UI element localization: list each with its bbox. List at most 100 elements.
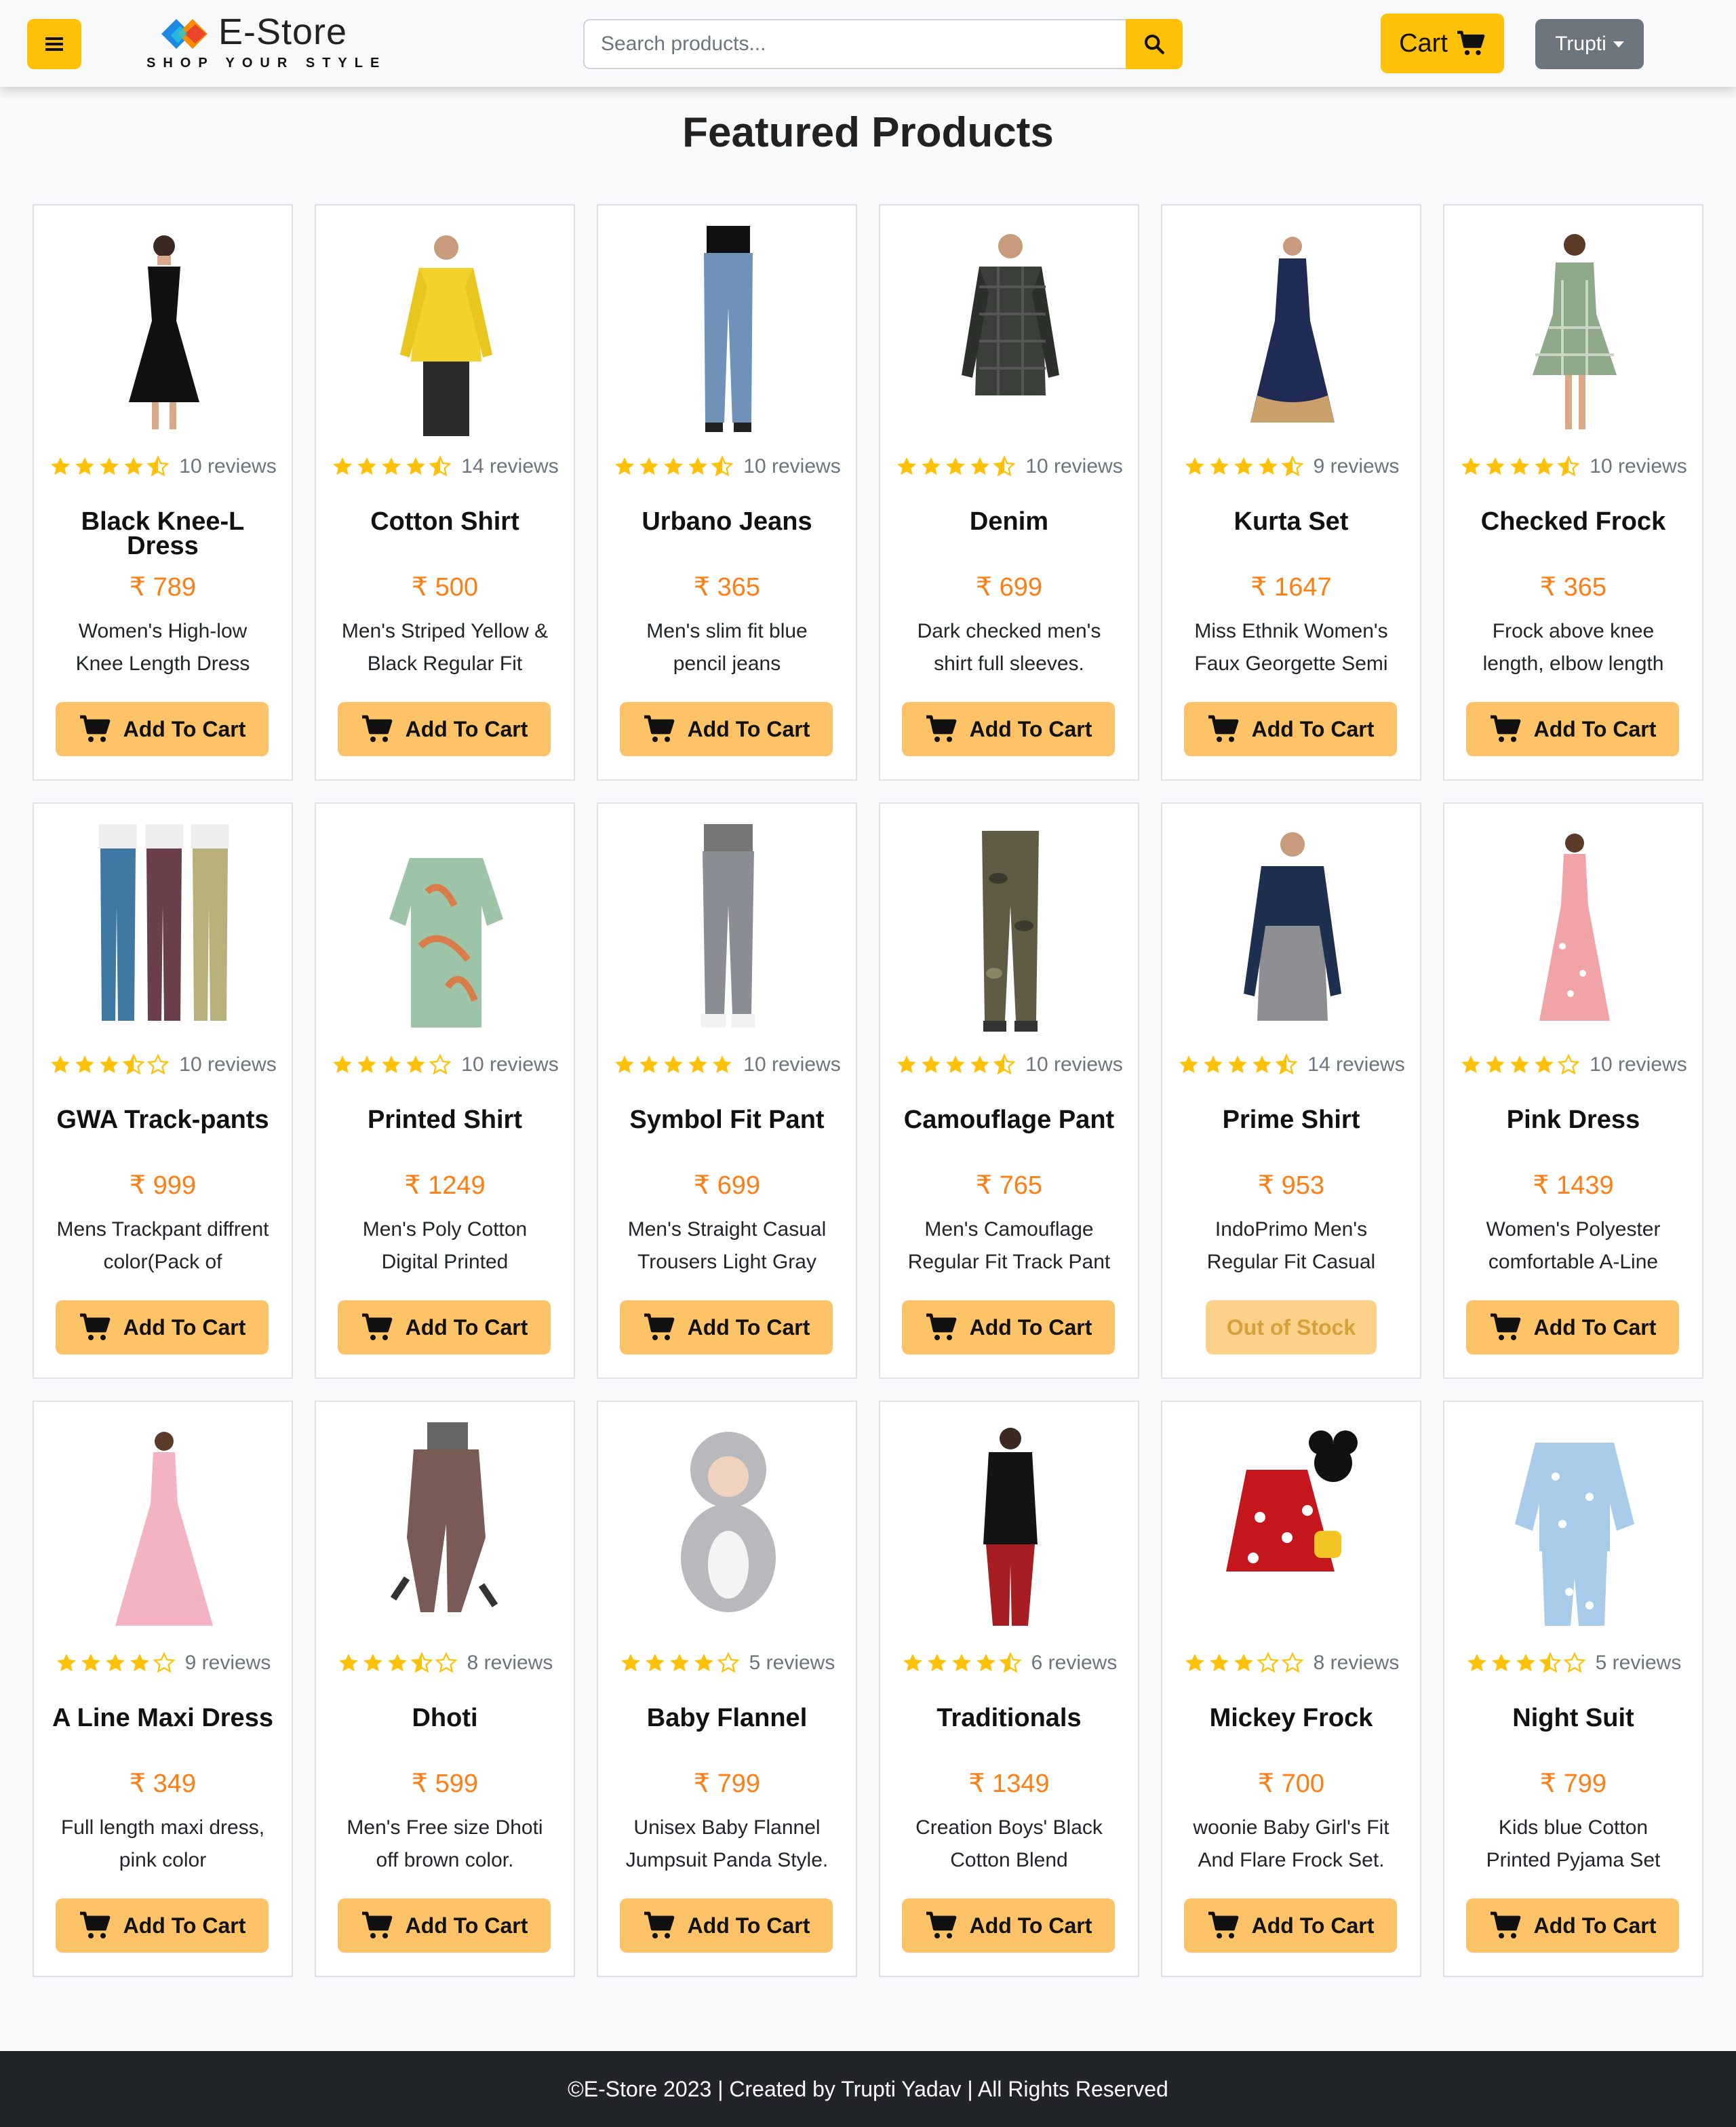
printed-shirt-image[interactable]: [380, 824, 513, 1034]
add-to-cart-button[interactable]: Add To Cart: [1466, 702, 1679, 756]
night-suit-image[interactable]: [1508, 1422, 1641, 1633]
add-to-cart-button[interactable]: Add To Cart: [620, 702, 833, 756]
add-to-cart-button[interactable]: Add To Cart: [902, 1300, 1115, 1354]
product-name[interactable]: Symbol Fit Pant: [612, 1107, 842, 1133]
add-to-cart-button[interactable]: Add To Cart: [56, 1300, 269, 1354]
product-price: ₹ 799: [693, 1770, 761, 1798]
product-card[interactable]: 10 reviews Denim ₹ 699 Dark checked men's s…: [879, 204, 1139, 781]
add-to-cart-button[interactable]: Add To Cart: [620, 1300, 833, 1354]
product-name[interactable]: Cotton Shirt: [330, 509, 560, 534]
product-name[interactable]: Urbano Jeans: [612, 509, 842, 534]
product-name[interactable]: Printed Shirt: [330, 1107, 560, 1133]
add-to-cart-button[interactable]: Add To Cart: [1184, 1898, 1397, 1953]
product-rating: 5 reviews: [1444, 1647, 1702, 1679]
product-name[interactable]: Pink Dress: [1458, 1107, 1689, 1133]
add-to-cart-button[interactable]: Add To Cart: [56, 702, 269, 756]
yellow-shirt-image[interactable]: [380, 226, 513, 436]
add-to-cart-button[interactable]: Add To Cart: [338, 1898, 551, 1953]
traditional-kurta-image[interactable]: [944, 1422, 1077, 1633]
add-to-cart-button[interactable]: Add To Cart: [1466, 1300, 1679, 1354]
add-to-cart-button[interactable]: Add To Cart: [902, 702, 1115, 756]
product-name[interactable]: Prime Shirt: [1176, 1107, 1406, 1133]
product-card[interactable]: 9 reviews A Line Maxi Dress ₹ 349 Full leng…: [33, 1401, 293, 1977]
gray-pant-image[interactable]: [662, 824, 795, 1034]
product-name[interactable]: Denim: [894, 509, 1124, 534]
add-to-cart-button[interactable]: Add To Cart: [338, 1300, 551, 1354]
star-full-icon: [1258, 457, 1278, 475]
product-card[interactable]: 10 reviews Pink Dress ₹ 1439 Women's Polyes…: [1443, 802, 1703, 1379]
product-rating: 10 reviews: [1444, 1049, 1702, 1080]
black-dress-image[interactable]: [98, 226, 231, 436]
mickey-frock-image[interactable]: [1226, 1422, 1359, 1633]
brand-logo[interactable]: E-Store SHOP YOUR STYLE: [146, 11, 379, 76]
menu-toggle-button[interactable]: [27, 19, 81, 69]
add-to-cart-button[interactable]: Add To Cart: [1184, 702, 1397, 756]
product-name[interactable]: GWA Track-pants: [47, 1107, 278, 1133]
product-card[interactable]: 5 reviews Night Suit ₹ 799 Kids blue Cotton…: [1443, 1401, 1703, 1977]
cart-button[interactable]: Cart: [1381, 14, 1504, 73]
add-to-cart-label: Add To Cart: [405, 716, 528, 741]
star-empty-icon: [153, 1652, 176, 1673]
product-card[interactable]: 8 reviews Dhoti ₹ 599 Men's Free size Dhoti…: [315, 1401, 575, 1977]
product-description: Mens Trackpant diffrent color(Pack of: [56, 1218, 269, 1273]
add-to-cart-label: Add To Cart: [969, 1913, 1092, 1938]
review-count: 5 reviews: [749, 1652, 835, 1674]
shopping-cart-icon: [79, 715, 111, 742]
star-full-icon: [927, 1654, 947, 1672]
user-menu-dropdown[interactable]: Trupti: [1535, 19, 1644, 69]
user-name: Trupti: [1555, 33, 1606, 55]
product-card[interactable]: 10 reviews Printed Shirt ₹ 1249 Men's Poly …: [315, 802, 575, 1379]
product-card[interactable]: 10 reviews Camouflage Pant ₹ 765 Men's Camo…: [879, 802, 1139, 1379]
product-name[interactable]: Kurta Set: [1176, 509, 1406, 534]
pink-dress-image[interactable]: [1508, 824, 1641, 1034]
product-name[interactable]: Baby Flannel: [612, 1705, 842, 1731]
product-name[interactable]: Mickey Frock: [1176, 1705, 1406, 1731]
checked-shirt-image[interactable]: [944, 226, 1077, 436]
baby-flannel-image[interactable]: [662, 1422, 795, 1633]
add-to-cart-button[interactable]: Add To Cart: [902, 1898, 1115, 1953]
add-to-cart-button[interactable]: Add To Cart: [1466, 1898, 1679, 1953]
search-input[interactable]: [583, 19, 1126, 69]
product-card[interactable]: 5 reviews Baby Flannel ₹ 799 Unisex Baby Fl…: [597, 1401, 857, 1977]
product-name[interactable]: Black Knee-L Dress: [47, 509, 278, 559]
product-card[interactable]: 14 reviews Prime Shirt ₹ 953 IndoPrimo Men'…: [1161, 802, 1421, 1379]
add-to-cart-label: Add To Cart: [687, 716, 810, 741]
product-name[interactable]: Camouflage Pant: [894, 1107, 1124, 1133]
search-button[interactable]: [1126, 19, 1183, 69]
trackpants-image[interactable]: [98, 824, 231, 1034]
star-half-icon: [1539, 1652, 1562, 1673]
product-card[interactable]: 9 reviews Kurta Set ₹ 1647 Miss Ethnik Wome…: [1161, 204, 1421, 781]
add-to-cart-button[interactable]: Add To Cart: [56, 1898, 269, 1953]
dhoti-image[interactable]: [380, 1422, 513, 1633]
review-count: 10 reviews: [1025, 455, 1123, 477]
product-name[interactable]: A Line Maxi Dress: [47, 1705, 278, 1731]
star-full-icon: [1516, 1654, 1535, 1672]
star-full-icon: [1179, 1055, 1199, 1074]
product-card[interactable]: 10 reviews Symbol Fit Pant ₹ 699 Men's Stra…: [597, 802, 857, 1379]
maxi-dress-image[interactable]: [98, 1422, 231, 1633]
product-description: Men's slim fit blue pencil jeans: [646, 620, 808, 675]
camouflage-pant-image[interactable]: [944, 824, 1077, 1034]
blue-jeans-image[interactable]: [662, 226, 795, 436]
product-card[interactable]: 10 reviews Urbano Jeans ₹ 365 Men's slim fi…: [597, 204, 857, 781]
product-card[interactable]: 10 reviews Black Knee-L Dress ₹ 789 Women's…: [33, 204, 293, 781]
product-card[interactable]: 6 reviews Traditionals ₹ 1349 Creation Boys…: [879, 1401, 1139, 1977]
product-name[interactable]: Night Suit: [1458, 1705, 1689, 1731]
prime-shirt-image[interactable]: [1226, 824, 1359, 1034]
product-description: Miss Ethnik Women's Faux Georgette Semi: [1194, 620, 1388, 675]
product-name[interactable]: Checked Frock: [1458, 509, 1689, 534]
page-title: Featured Products: [682, 109, 1054, 156]
product-card[interactable]: 10 reviews Checked Frock ₹ 365 Frock above …: [1443, 204, 1703, 781]
product-card[interactable]: 14 reviews Cotton Shirt ₹ 500 Men's Striped…: [315, 204, 575, 781]
checked-frock-image[interactable]: [1508, 226, 1641, 436]
kurta-set-image[interactable]: [1226, 226, 1359, 436]
star-full-icon: [1234, 1654, 1253, 1672]
product-name[interactable]: Dhoti: [330, 1705, 560, 1731]
product-card[interactable]: 10 reviews GWA Track-pants ₹ 999 Mens Track…: [33, 802, 293, 1379]
add-to-cart-button[interactable]: Add To Cart: [620, 1898, 833, 1953]
product-name[interactable]: Traditionals: [894, 1705, 1124, 1731]
add-to-cart-button[interactable]: Add To Cart: [338, 702, 551, 756]
star-full-icon: [100, 457, 119, 475]
star-full-icon: [1510, 1055, 1530, 1074]
product-card[interactable]: 8 reviews Mickey Frock ₹ 700 woonie Baby Gi…: [1161, 1401, 1421, 1977]
